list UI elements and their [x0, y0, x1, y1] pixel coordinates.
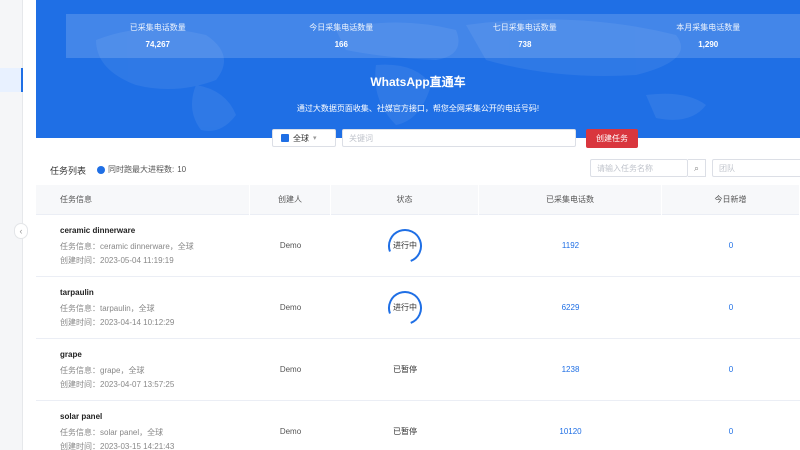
table-header: 任务信息 创建人 状态 已采集电话数 今日新增 — [36, 184, 800, 215]
table-row[interactable]: tarpaulin 任务信息：tarpaulin，全球 创建时间：2023-04… — [36, 277, 800, 339]
today-new-link[interactable]: 0 — [662, 303, 800, 312]
task-description: 任务信息：ceramic dinnerware，全球 — [60, 241, 194, 251]
header-status: 状态 — [331, 184, 479, 215]
collected-count-link[interactable]: 10120 — [479, 427, 662, 436]
create-task-button[interactable]: 创建任务 — [586, 129, 638, 148]
today-new-link[interactable]: 0 — [662, 427, 800, 436]
process-info: 同时跑最大进程数: 10 — [97, 164, 186, 175]
team-select[interactable] — [712, 159, 800, 177]
chevron-left-icon[interactable]: ‹ — [14, 223, 28, 239]
collected-count-link[interactable]: 1192 — [479, 241, 662, 250]
creator: Demo — [279, 427, 302, 436]
region-select-value: 全球 — [293, 133, 309, 143]
task-created-time: 创建时间：2023-04-14 10:12:29 — [60, 317, 175, 327]
task-created-time: 创建时间：2023-03-15 14:21:43 — [60, 441, 175, 450]
stat-label: 七日采集电话数量 — [492, 23, 557, 32]
task-name: solar panel — [60, 411, 103, 421]
header-task-info: 任务信息 — [36, 184, 250, 215]
collected-count-link[interactable]: 1238 — [479, 365, 662, 374]
task-name: grape — [60, 349, 82, 359]
stats-panel: 已采集电话数量 74,267 今日采集电话数量 166 七日采集电话数量 738… — [66, 14, 800, 58]
stat-total: 已采集电话数量 74,267 — [66, 14, 250, 58]
creator: Demo — [279, 241, 302, 250]
task-description: 任务信息：tarpaulin，全球 — [60, 303, 155, 313]
today-new-link[interactable]: 0 — [662, 241, 800, 250]
collected-count-link[interactable]: 6229 — [479, 303, 662, 312]
hero-banner: 已采集电话数量 74,267 今日采集电话数量 166 七日采集电话数量 738… — [36, 0, 800, 138]
task-info-cell: tarpaulin 任务信息：tarpaulin，全球 创建时间：2023-04… — [36, 288, 250, 328]
task-name: tarpaulin — [60, 287, 94, 297]
task-name: ceramic dinnerware — [60, 225, 136, 235]
banner-subtitle: 通过大数据页面收集、社媒官方接口，帮您全网采集公开的电话号码! — [296, 104, 540, 113]
status-text: 已暂停 — [393, 365, 417, 374]
task-info-cell: ceramic dinnerware 任务信息：ceramic dinnerwa… — [36, 226, 250, 266]
table-row[interactable]: ceramic dinnerware 任务信息：ceramic dinnerwa… — [36, 215, 800, 277]
task-list-title: 任务列表 — [50, 166, 87, 176]
header-creator: 创建人 — [250, 184, 331, 215]
status-text: 已暂停 — [393, 427, 417, 436]
task-created-time: 创建时间：2023-05-04 11:19:19 — [60, 255, 174, 265]
task-description: 任务信息：solar panel，全球 — [60, 427, 164, 437]
stat-value: 74,267 — [145, 40, 170, 49]
task-info-cell: solar panel 任务信息：solar panel，全球 创建时间：202… — [36, 412, 250, 450]
task-table: 任务信息 创建人 状态 已采集电话数 今日新增 ceramic dinnerwa… — [36, 184, 800, 450]
header-collected: 已采集电话数 — [479, 184, 662, 215]
sidebar-active-item[interactable] — [0, 68, 23, 92]
task-description: 任务信息：grape，全球 — [60, 365, 145, 375]
stat-seven-days: 七日采集电话数量 738 — [433, 14, 617, 58]
process-label: 同时跑最大进程数: — [108, 165, 175, 174]
globe-icon — [281, 134, 289, 142]
table-row[interactable]: grape 任务信息：grape，全球 创建时间：2023-04-07 13:5… — [36, 339, 800, 401]
stat-month: 本月采集电话数量 1,290 — [617, 14, 800, 58]
table-row[interactable]: solar panel 任务信息：solar panel，全球 创建时间：202… — [36, 401, 800, 450]
today-new-link[interactable]: 0 — [662, 365, 800, 374]
stat-value: 738 — [518, 40, 532, 49]
stat-label: 今日采集电话数量 — [309, 23, 374, 32]
status-cell: 已暂停 — [331, 426, 479, 437]
creator: Demo — [279, 303, 302, 312]
stat-label: 已采集电话数量 — [129, 23, 186, 32]
status-badge: 进行中 — [387, 290, 423, 326]
status-text: 进行中 — [393, 303, 417, 312]
status-cell: 已暂停 — [331, 364, 479, 375]
header-today-new: 今日新增 — [662, 184, 800, 215]
task-info-cell: grape 任务信息：grape，全球 创建时间：2023-04-07 13:5… — [36, 350, 250, 390]
stat-label: 本月采集电话数量 — [676, 23, 741, 32]
creator: Demo — [279, 365, 302, 374]
info-icon — [97, 165, 105, 174]
status-cell: 进行中 — [331, 228, 479, 264]
status-badge: 进行中 — [387, 228, 423, 264]
stat-value: 166 — [334, 40, 348, 49]
stat-today: 今日采集电话数量 166 — [250, 14, 434, 58]
search-icon[interactable]: ⌕ — [688, 159, 706, 177]
banner-title: WhatsApp直通车 — [370, 75, 466, 89]
chevron-down-icon: ▾ — [313, 135, 317, 142]
region-select[interactable]: 全球 ▾ — [272, 129, 336, 147]
task-created-time: 创建时间：2023-04-07 13:57:25 — [60, 379, 175, 389]
status-text: 进行中 — [393, 241, 417, 250]
status-cell: 进行中 — [331, 290, 479, 326]
process-value: 10 — [177, 165, 187, 174]
task-name-search-input[interactable] — [590, 159, 688, 177]
stat-value: 1,290 — [698, 40, 719, 49]
keyword-input[interactable] — [342, 129, 576, 147]
